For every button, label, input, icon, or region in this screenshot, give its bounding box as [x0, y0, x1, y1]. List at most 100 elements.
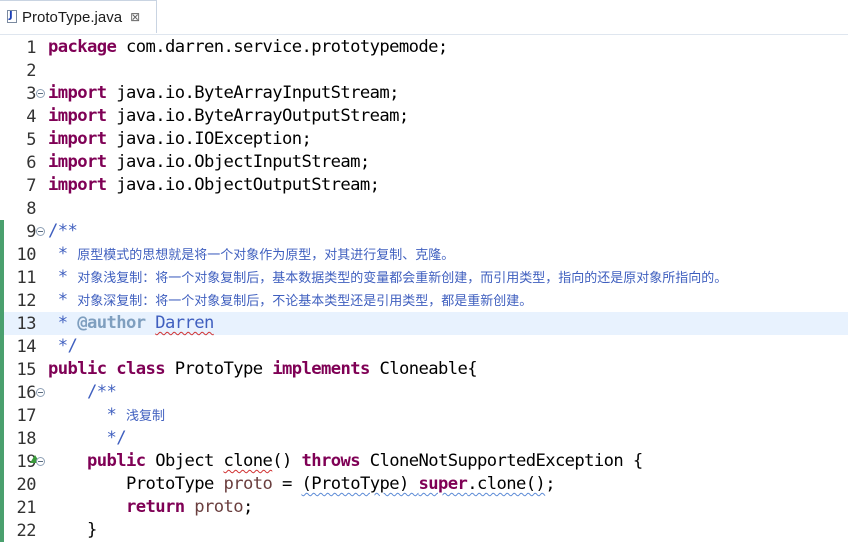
code-token: import [48, 129, 117, 149]
code-text: import java.io.ObjectOutputStream; [48, 175, 380, 195]
code-line[interactable]: 21 return proto; [0, 496, 848, 519]
code-token: clone [223, 451, 273, 471]
code-token: @author [77, 313, 146, 333]
line-number: 5 [26, 130, 36, 150]
code-token: implements [272, 359, 370, 379]
code-text: /** [48, 382, 117, 402]
code-token: 浅复制 [126, 409, 166, 424]
close-icon[interactable]: ⊠ [130, 10, 140, 24]
code-line[interactable]: 10 * 原型模式的思想就是将一个对象作为原型，对其进行复制、克隆。 [0, 243, 848, 266]
code-line[interactable]: 7 import java.io.ObjectOutputStream; [0, 174, 848, 197]
java-file-icon: J [6, 10, 18, 24]
code-token: ; [545, 474, 555, 494]
code-text: */ [48, 428, 126, 448]
code-line[interactable]: 15 public class ProtoType implements Clon… [0, 358, 848, 381]
code-line[interactable]: 8 [0, 197, 848, 220]
code-token: CloneNotSupportedException { [359, 451, 644, 471]
code-line[interactable]: 4 import java.io.ByteArrayOutputStream; [0, 105, 848, 128]
code-line[interactable]: 2 [0, 59, 848, 82]
code-token: super [418, 474, 468, 494]
code-text: */ [48, 336, 78, 356]
code-token: import [48, 152, 117, 172]
line-number: 2 [26, 61, 36, 81]
code-token: Darren [155, 313, 214, 333]
code-line[interactable]: 16 /** [0, 381, 848, 404]
code-text: * 浅复制 [48, 405, 165, 425]
line-number: 4 [26, 107, 36, 127]
code-token: */ [48, 336, 78, 356]
code-text: import java.io.ByteArrayInputStream; [48, 83, 400, 103]
code-token: */ [87, 428, 126, 448]
code-text: * 对象深复制：将一个对象复制后，不论基本类型还是引用类型，都是重新创建。 [48, 290, 533, 310]
code-token: Object [145, 451, 224, 471]
code-token: ProtoType [165, 359, 273, 379]
code-token: return [125, 497, 185, 517]
code-token: proto [223, 474, 273, 494]
code-token: com.darren.service.prototypemode; [125, 37, 448, 57]
line-number: 16 [16, 383, 37, 403]
code-line[interactable]: 14 */ [0, 335, 848, 358]
code-line[interactable]: 17 * 浅复制 [0, 404, 848, 427]
code-token: /** [87, 382, 117, 402]
code-token: * [48, 244, 78, 264]
code-token: * [48, 313, 78, 333]
code-text: package com.darren.service.prototypemode… [48, 37, 448, 57]
code-token: public [48, 359, 107, 379]
code-token: java.io.ObjectInputStream; [116, 152, 370, 172]
code-token: 对象浅复制：将一个对象复制后，基本数据类型的变量都会重新创建，而引用类型，指向的… [77, 271, 728, 286]
code-token: = [272, 474, 302, 494]
code-token: () [272, 451, 302, 471]
line-number: 11 [16, 268, 37, 288]
code-line[interactable]: 20 ProtoType proto = (ProtoType) super.c… [0, 473, 848, 496]
code-token: java.io.ByteArrayInputStream; [116, 83, 399, 103]
fold-collapse-icon[interactable] [36, 89, 45, 98]
fold-collapse-icon[interactable] [36, 388, 45, 397]
code-text: ProtoType proto = (ProtoType) super.clon… [48, 474, 556, 494]
editor-tab-bar: J ProtoType.java ⊠ [0, 0, 848, 35]
code-text: public class ProtoType implements Clonea… [48, 359, 478, 379]
line-number: 13 [16, 314, 37, 334]
line-number: 15 [16, 360, 37, 380]
code-token: class [116, 359, 165, 379]
line-number: 18 [16, 429, 37, 449]
code-token: ; [242, 497, 253, 517]
code-token: ProtoType [48, 474, 224, 494]
code-token: java.io.ByteArrayOutputStream; [116, 106, 409, 126]
code-token: throws [301, 451, 360, 471]
code-line[interactable]: 6 import java.io.ObjectInputStream; [0, 151, 848, 174]
line-number: 3 [26, 84, 36, 104]
line-number: 21 [16, 498, 37, 518]
code-line[interactable]: 22 } [0, 519, 848, 542]
code-line[interactable]: 5 import java.io.IOException; [0, 128, 848, 151]
tab-label: ProtoType.java [22, 8, 123, 26]
fold-collapse-icon[interactable] [36, 227, 45, 236]
line-number: 9 [26, 222, 36, 242]
code-line[interactable]: 18 */ [0, 427, 848, 450]
code-line[interactable]: 11 * 对象浅复制：将一个对象复制后，基本数据类型的变量都会重新创建，而引用类… [0, 266, 848, 289]
code-text: } [48, 520, 97, 540]
line-number: 8 [26, 199, 36, 219]
line-number: 10 [16, 245, 37, 265]
code-text: * @author Darren [48, 313, 215, 333]
code-line[interactable]: 19 public Object clone() throws CloneNot… [0, 450, 848, 473]
code-text: import java.io.IOException; [48, 129, 312, 149]
line-number: 22 [16, 521, 37, 541]
code-line[interactable]: 3 import java.io.ByteArrayInputStream; [0, 82, 848, 105]
code-text: public Object clone() throws CloneNotSup… [48, 451, 643, 471]
code-line[interactable]: 9 /** [0, 220, 848, 243]
code-line[interactable]: 12 * 对象深复制：将一个对象复制后，不论基本类型还是引用类型，都是重新创建。 [0, 289, 848, 312]
tab-prototype-java[interactable]: J ProtoType.java ⊠ [0, 0, 157, 33]
code-editor[interactable]: 1 package com.darren.service.prototypemod… [0, 36, 848, 544]
code-line[interactable]: 1 package com.darren.service.prototypemod… [0, 36, 848, 59]
code-line[interactable]: 13 * @author Darren [0, 312, 848, 335]
fold-collapse-icon[interactable] [36, 457, 45, 466]
code-token: 对象深复制：将一个对象复制后，不论基本类型还是引用类型，都是重新创建。 [77, 294, 533, 309]
code-token: /** [48, 221, 78, 241]
code-token: Cloneable{ [369, 359, 477, 379]
